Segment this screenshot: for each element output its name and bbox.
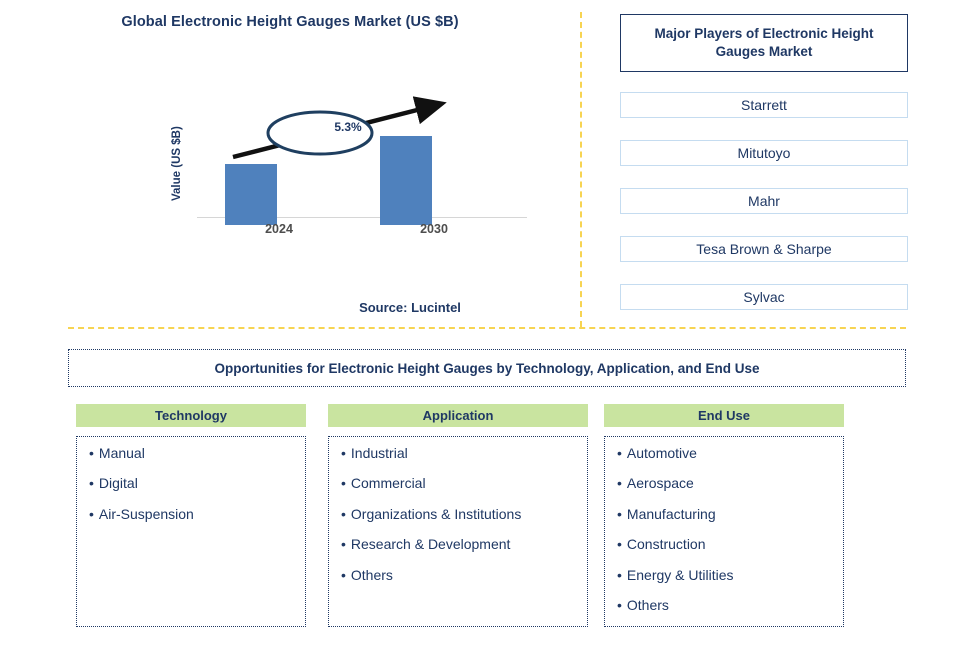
column-body-application: • Industrial • Commercial • Organizations &…: [328, 436, 588, 627]
vertical-divider: [580, 12, 582, 327]
infographic-page: Global Electronic Height Gauges Market (…: [0, 0, 970, 653]
horizontal-divider: [68, 327, 906, 329]
bullet-icon: •: [341, 566, 346, 583]
list-item-label: Manual: [98, 445, 145, 461]
list-item: • Organizations & Institutions: [341, 505, 575, 522]
source-label: Source: Lucintel: [359, 300, 461, 315]
player-label: Mahr: [748, 193, 780, 209]
player-item-mitutoyo[interactable]: Mitutoyo: [620, 140, 908, 166]
list-item-label: Research & Development: [350, 536, 511, 553]
bullet-icon: •: [617, 536, 622, 553]
bullet-icon: •: [341, 536, 346, 553]
cagr-value: 5.3%: [334, 120, 362, 134]
column-header-end-use: End Use: [604, 404, 844, 427]
player-label: Starrett: [741, 97, 787, 113]
player-item-sylvac[interactable]: Sylvac: [620, 284, 908, 310]
bullet-icon: •: [89, 475, 94, 492]
growth-arrow-icon: [232, 96, 447, 160]
bullet-icon: •: [341, 505, 346, 522]
list-item: • Others: [617, 596, 831, 613]
list-item: • Commercial: [341, 476, 575, 491]
bullet-icon: •: [341, 475, 346, 492]
list-item-label: Energy & Utilities: [626, 566, 734, 583]
bullet-icon: •: [617, 505, 622, 522]
list-item-label: Industrial: [350, 445, 408, 461]
list-item: • Air-Suspension: [89, 505, 293, 522]
bullet-icon: •: [617, 475, 622, 492]
list-item-label: Automotive: [626, 445, 697, 461]
list-item-label: Organizations & Institutions: [350, 505, 522, 522]
list-item-label: Air-Suspension: [98, 505, 194, 522]
list-item-label: Construction: [626, 536, 706, 553]
list-item-label: Commercial: [350, 475, 426, 492]
list-item-label: Aerospace: [626, 475, 694, 492]
list-item: • Manual: [89, 445, 293, 461]
market-chart-panel: Global Electronic Height Gauges Market (…: [0, 0, 580, 330]
list-item-label: Digital: [98, 475, 138, 492]
x-tick-2024: 2024: [265, 222, 293, 236]
column-header-application: Application: [328, 404, 588, 427]
list-item-label: Others: [350, 566, 393, 583]
column-technology: Technology • Manual • Digital • Air-Suspens…: [76, 404, 306, 627]
bullet-icon: •: [89, 445, 94, 461]
list-item: • Industrial: [341, 445, 575, 461]
list-item: • Digital: [89, 476, 293, 491]
player-label: Mitutoyo: [737, 145, 791, 161]
bullet-icon: •: [89, 505, 94, 522]
list-item: • Manufacturing: [617, 505, 831, 522]
list-item: • Energy & Utilities: [617, 566, 831, 583]
bullet-icon: •: [617, 445, 622, 461]
player-item-tesa-brown-and-sharpe[interactable]: Tesa Brown & Sharpe: [620, 236, 908, 262]
list-item: • Research & Development: [341, 536, 575, 553]
column-body-end-use: • Automotive • Aerospace • Manufacturing • C…: [604, 436, 844, 627]
major-players-header: Major Players of Electronic Height Gauge…: [620, 14, 908, 72]
list-item: • Automotive: [617, 445, 831, 461]
x-tick-2030: 2030: [420, 222, 448, 236]
bullet-icon: •: [617, 566, 622, 583]
list-item: • Construction: [617, 536, 831, 553]
player-item-mahr[interactable]: Mahr: [620, 188, 908, 214]
player-label: Tesa Brown & Sharpe: [696, 241, 832, 257]
column-application: Application • Industrial • Commercial • Org…: [328, 404, 588, 627]
column-body-technology: • Manual • Digital • Air-Suspension: [76, 436, 306, 627]
list-item-label: Manufacturing: [626, 505, 716, 522]
column-header-technology: Technology: [76, 404, 306, 427]
chart-title: Global Electronic Height Gauges Market (…: [121, 14, 459, 30]
column-end-use: End Use • Automotive • Aerospace • Manufact…: [604, 404, 844, 627]
list-item-label: Others: [626, 596, 669, 613]
list-item: • Others: [341, 566, 575, 583]
opportunities-banner: Opportunities for Electronic Height Gaug…: [68, 349, 906, 387]
player-item-starrett[interactable]: Starrett: [620, 92, 908, 118]
bullet-icon: •: [341, 445, 346, 461]
bullet-icon: •: [617, 596, 622, 613]
player-label: Sylvac: [743, 289, 785, 305]
list-item: • Aerospace: [617, 476, 831, 491]
